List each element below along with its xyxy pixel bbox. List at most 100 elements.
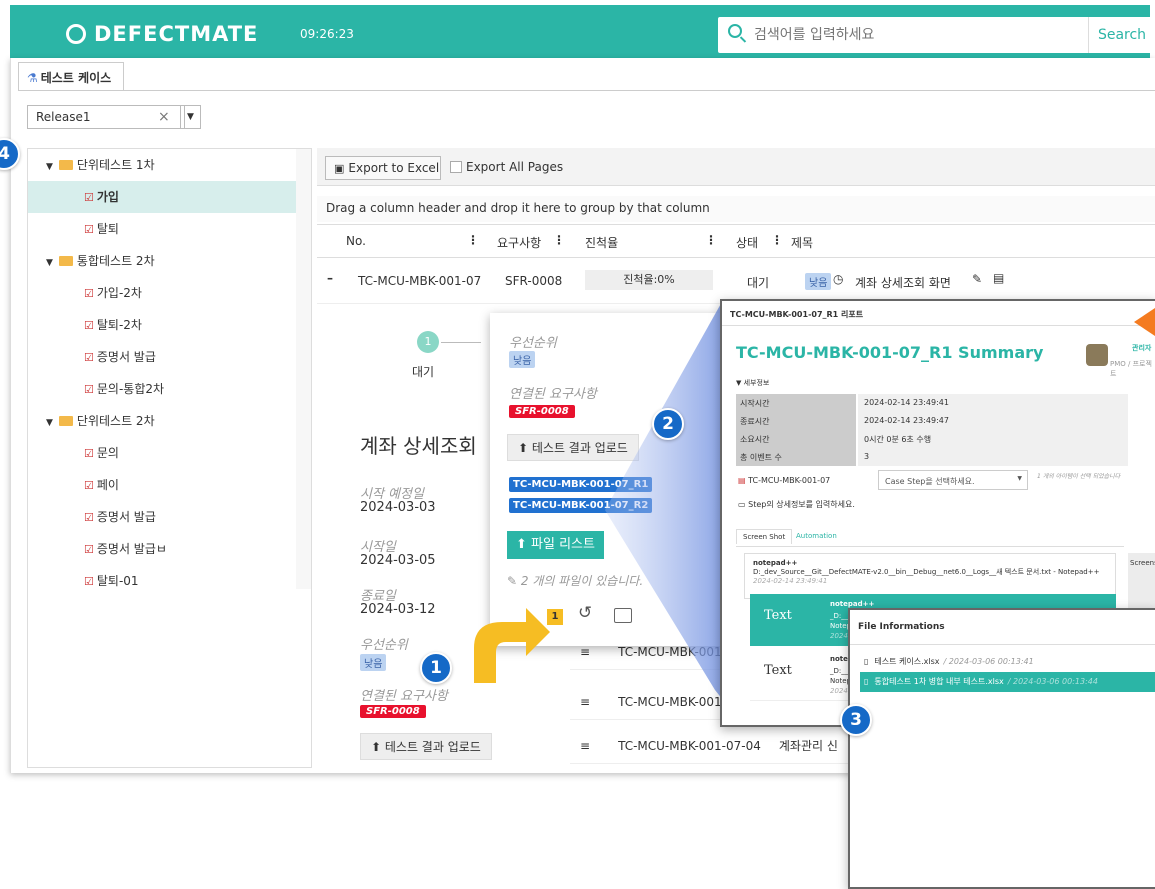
file-list-button[interactable]: ⬆ 파일 리스트 — [507, 531, 604, 559]
checklist-icon: ☑ — [84, 191, 94, 204]
row-no: TC-MCU-MBK-001-07 — [358, 274, 482, 288]
info-row: 소요시간 0시간 0분 6초 수행 — [736, 430, 1136, 448]
folder-icon — [58, 160, 73, 170]
tree-item-label: 증명서 발급 — [96, 510, 156, 524]
info-value: 2024-02-14 23:49:41 — [858, 394, 1128, 412]
detail-title: 계좌 상세조회 — [360, 434, 477, 458]
export-excel-button[interactable]: ▣ Export to Excel — [325, 156, 441, 180]
tree-item[interactable]: ☑ 증명서 발급ㅂ — [28, 533, 296, 565]
collapse-icon[interactable]: – — [327, 271, 333, 285]
tree-item[interactable]: ☑ 탈퇴 — [28, 213, 296, 245]
tab-automation[interactable]: Automation — [796, 532, 837, 540]
thumb-label: Text — [764, 608, 792, 623]
col-req[interactable]: 요구사항 — [497, 234, 541, 251]
col-progress[interactable]: 진척율 — [585, 234, 618, 251]
tab-test-case[interactable]: ⚗ 테스트 케이스 — [18, 62, 124, 90]
export-excel-label: Export to Excel — [348, 161, 440, 175]
tree-item-label: 단위테스트 1차 — [76, 158, 155, 172]
folder-icon — [58, 256, 73, 266]
col-title[interactable]: 제목 — [791, 234, 813, 251]
caret-down-icon[interactable]: ▼ — [46, 418, 53, 428]
history-icon[interactable]: ↺ — [578, 603, 592, 623]
attachment-icon[interactable]: ✎ — [972, 272, 982, 286]
tree-item[interactable]: ☑ 페이 — [28, 469, 296, 501]
tree-scrollbar[interactable] — [296, 149, 311, 589]
tab-screenshot[interactable]: Screen Shot — [736, 529, 793, 544]
tree-item[interactable]: ☑ 문의 — [28, 437, 296, 469]
file-row-selected[interactable]: ▯ 통합테스트 1차 병합 내부 테스트.xlsx/ 2024-03-06 00:… — [860, 672, 1155, 692]
release-value: Release1 — [36, 110, 91, 124]
clear-icon[interactable]: × — [158, 109, 170, 125]
step-marker-1: 1 — [420, 652, 452, 684]
checklist-icon: ☑ — [84, 479, 94, 492]
report-icon[interactable]: ▤ — [993, 271, 1004, 285]
user-role: 관리자 — [1132, 344, 1152, 352]
file-list-label: 파일 리스트 — [531, 537, 595, 552]
tree-folder[interactable]: ▼ 통합테스트 2차 — [28, 245, 296, 277]
caret-down-icon[interactable]: ▼ — [46, 162, 53, 172]
tree-item-label: 단위테스트 2차 — [76, 414, 155, 428]
group-panel[interactable]: Drag a column header and drop it here to… — [317, 196, 1155, 222]
export-all-checkbox[interactable]: Export All Pages — [450, 160, 563, 174]
comment-icon: ▭ — [738, 500, 749, 509]
tree-item[interactable]: ☑ 탈퇴-2차 — [28, 309, 296, 341]
drag-handle-icon[interactable]: ≡ — [580, 645, 590, 659]
drag-handle-icon[interactable]: ≡ — [580, 695, 590, 709]
release-select[interactable]: Release1 × — [27, 105, 185, 129]
report-title: TC-MCU-MBK-001-07_R1 Summary — [736, 343, 1044, 362]
event-item[interactable]: notepad++ D:_dev_Source__Git__DefectMATE… — [744, 553, 1116, 599]
checklist-icon: ☑ — [84, 575, 94, 588]
tree-item-label: 탈퇴 — [96, 222, 119, 236]
upload-button[interactable]: ⬆ 테스트 결과 업로드 — [360, 733, 492, 760]
col-status[interactable]: 상태 — [736, 234, 758, 251]
release-dropdown-button[interactable]: ▼ — [180, 105, 201, 129]
req-badge[interactable]: SFR-0008 — [360, 705, 426, 718]
checklist-icon: ☑ — [84, 319, 94, 332]
search-input[interactable] — [754, 22, 1084, 48]
thumb-app: notepad++ — [830, 600, 875, 608]
tree-item[interactable]: ☑ 증명서 발급 — [28, 341, 296, 373]
tree-item[interactable]: ☑ 가입-2차 — [28, 277, 296, 309]
tree-item[interactable]: ☑ 가입 — [28, 181, 296, 213]
search-icon — [728, 24, 742, 38]
popup-priority-label: 우선순위 — [509, 336, 557, 351]
col-menu-icon[interactable]: ⋮ — [553, 233, 565, 247]
case-step-select[interactable]: Case Step을 선택하세요. ▼ — [878, 470, 1028, 490]
step-marker-3: 3 — [840, 704, 872, 736]
col-menu-icon[interactable]: ⋮ — [705, 233, 717, 247]
tree-item[interactable]: ☑ 문의-통합2차 — [28, 373, 296, 405]
tree-item-label: 페이 — [96, 478, 119, 492]
step-hint: ▭ Step의 상세정보를 입력하세요. — [738, 499, 855, 510]
search-button[interactable]: Search — [1088, 17, 1155, 53]
drag-handle-icon[interactable]: ≡ — [580, 739, 590, 753]
tree-folder[interactable]: ▼ 단위테스트 2차 — [28, 405, 296, 437]
table-row[interactable]: ≡ TC-MCU-MBK-001-07-04 계좌관리 신 — [570, 728, 860, 764]
report-window-title: TC-MCU-MBK-001-07_R1 리포트 — [722, 301, 1155, 326]
file-row[interactable]: ▯ 테스트 케이스.xlsx/ 2024-03-06 00:13:41 — [860, 652, 1155, 672]
tree-item[interactable]: ☑ 증명서 발급 — [28, 501, 296, 533]
tree-folder[interactable]: ▼ 단위테스트 1차 — [28, 149, 296, 181]
table-row[interactable]: – TC-MCU-MBK-001-07 SFR-0008 진척율:0% 대기 낮… — [317, 260, 1155, 304]
col-menu-icon[interactable]: ⋮ — [467, 233, 479, 247]
thumb-label: Text — [764, 663, 792, 678]
upload-icon: ⬆ — [518, 441, 532, 455]
app-logo[interactable]: DEFECTMATE — [66, 22, 258, 46]
file-name: 테스트 케이스.xlsx — [874, 657, 940, 666]
row-title[interactable]: 계좌 상세조회 화면 — [855, 274, 951, 291]
avatar[interactable] — [1086, 344, 1108, 366]
file-date: / 2024-03-06 00:13:41 — [943, 657, 1034, 666]
tree-item[interactable]: ☑ 탈퇴-01 — [28, 565, 296, 597]
case-step-text: Case Step을 선택하세요. — [885, 477, 975, 486]
caret-down-icon[interactable]: ▼ — [46, 258, 53, 268]
info-key: 총 이벤트 수 — [736, 448, 856, 466]
case-icon: ▤ — [738, 476, 749, 485]
grid-toolbar: ▣ Export to Excel Export All Pages — [317, 148, 1155, 186]
progress-bar: 진척율:0% — [585, 270, 713, 290]
col-menu-icon[interactable]: ⋮ — [771, 233, 783, 247]
checklist-icon: ☑ — [84, 511, 94, 524]
req-badge[interactable]: SFR-0008 — [509, 405, 575, 418]
info-row: 시작시간 2024-02-14 23:49:41 — [736, 394, 1136, 412]
col-no[interactable]: No. — [346, 234, 366, 248]
section-toggle[interactable]: ▼ 세부정보 — [736, 378, 769, 388]
tab-label: 테스트 케이스 — [40, 71, 112, 85]
